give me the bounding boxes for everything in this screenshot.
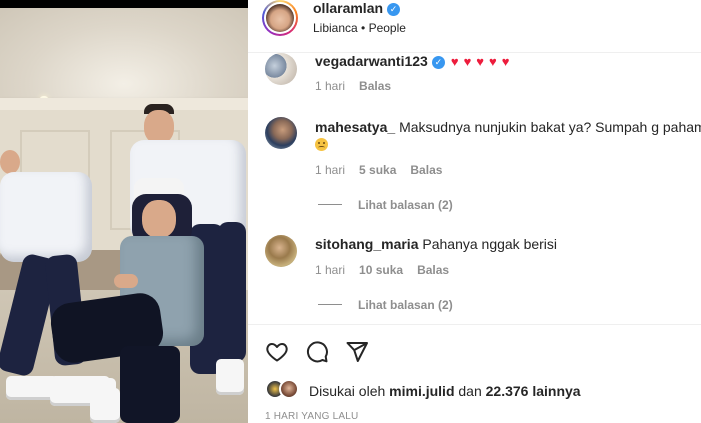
author-avatar-image <box>266 4 294 32</box>
comment-avatar[interactable] <box>265 53 297 85</box>
comment-likes[interactable]: 10 suka <box>359 263 403 277</box>
share-icon[interactable] <box>345 340 369 364</box>
media-top-edge <box>0 0 248 8</box>
comment-time[interactable]: 1 hari <box>315 79 345 93</box>
liked-by-others[interactable]: 22.376 lainnya <box>486 383 581 399</box>
reply-button[interactable]: Balas <box>410 163 442 177</box>
reply-button[interactable]: Balas <box>359 79 391 93</box>
comment-username[interactable]: sitohang_maria <box>315 236 418 252</box>
view-replies-button[interactable]: Lihat balasan (2) <box>318 198 453 212</box>
comment-icon[interactable] <box>305 340 329 364</box>
comment-likes[interactable]: 5 suka <box>359 163 396 177</box>
comment-username[interactable]: mahesatya_ <box>315 119 395 135</box>
liked-by-user[interactable]: mimi.julid <box>389 383 454 399</box>
comment-row: sitohang_maria Pahanya nggak berisi <box>315 235 557 253</box>
heart-emojis: ♥♥♥♥♥ <box>450 54 515 69</box>
comment-username[interactable]: vegadarwanti123 <box>315 53 428 69</box>
comment-avatar[interactable] <box>265 235 297 267</box>
replies-dash <box>318 204 342 205</box>
reply-button[interactable]: Balas <box>417 263 449 277</box>
comments-divider <box>248 324 701 325</box>
author-username[interactable]: ollaramlan ✓ <box>313 0 401 16</box>
liker-avatar[interactable] <box>279 379 299 399</box>
comment-row-cont <box>315 136 328 154</box>
comment-time[interactable]: 1 hari <box>315 163 345 177</box>
post-video[interactable] <box>0 0 248 423</box>
post-timestamp[interactable]: 1 HARI YANG LALU <box>265 411 358 422</box>
liked-by-text: Disukai oleh mimi.julid dan 22.376 lainn… <box>309 383 581 399</box>
verified-icon: ✓ <box>431 56 445 69</box>
ceiling <box>0 8 248 103</box>
heart-icon[interactable] <box>265 340 289 364</box>
audio-label[interactable]: Libianca • People <box>313 21 406 35</box>
replies-dash <box>318 304 342 305</box>
dancer-center <box>48 178 210 423</box>
comment-row: vegadarwanti123 ✓ ♥♥♥♥♥ <box>315 52 514 71</box>
comment-meta: 1 hari Balas <box>315 79 391 93</box>
comment-avatar[interactable] <box>265 117 297 149</box>
author-avatar[interactable] <box>262 0 298 36</box>
comment-text: Pahanya nggak berisi <box>422 236 558 252</box>
view-replies-button[interactable]: Lihat balasan (2) <box>318 298 453 312</box>
comment-time[interactable]: 1 hari <box>315 263 345 277</box>
verified-icon: ✓ <box>387 3 401 16</box>
comment-meta: 1 hari 5 suka Balas <box>315 163 442 177</box>
comment-row: mahesatya_ Maksudnya nunjukin bakat ya? … <box>315 118 701 136</box>
comment-text: Maksudnya nunjukin bakat ya? Sumpah g pa… <box>399 119 701 135</box>
confused-face-icon <box>315 138 328 151</box>
comment-meta: 1 hari 10 suka Balas <box>315 263 449 277</box>
